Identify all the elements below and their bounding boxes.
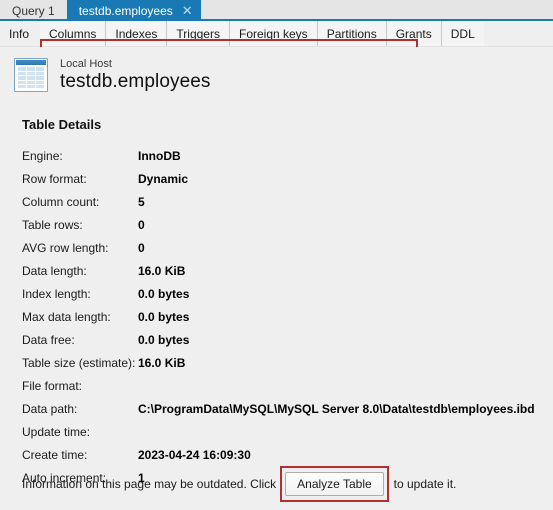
detail-value: C:\ProgramData\MySQL\MySQL Server 8.0\Da…	[138, 401, 535, 416]
tab-info[interactable]: Info	[0, 21, 39, 46]
detail-label: Table size (estimate):	[22, 355, 136, 370]
detail-value	[138, 379, 535, 402]
table-row: Table rows: 0	[22, 218, 535, 241]
editor-tab-label: testdb.employees	[78, 3, 173, 18]
table-row: Update time:	[22, 425, 535, 448]
table-row: Table size (estimate): 16.0 KiB	[22, 356, 535, 379]
detail-value: Dynamic	[138, 171, 189, 186]
table-details-list: Engine: InnoDB Row format: Dynamic Colum…	[22, 149, 535, 494]
info-page: Local Host testdb.employees Table Detail…	[0, 47, 553, 510]
tab-ddl-label: DDL	[450, 26, 475, 41]
tab-indexes-label: Indexes	[115, 26, 158, 41]
tab-grants-label: Grants	[395, 26, 432, 41]
editor-tab-query-1[interactable]: Query 1	[0, 0, 67, 21]
connection-name: Local Host	[60, 58, 112, 70]
detail-value: 0.0 bytes	[138, 286, 190, 301]
editor-tab-strip: Query 1 testdb.employees ✕	[0, 0, 553, 21]
table-row: Data length: 16.0 KiB	[22, 264, 535, 287]
editor-tab-label: Query 1	[12, 3, 55, 18]
table-row: AVG row length: 0	[22, 241, 535, 264]
page-title: testdb.employees	[60, 71, 211, 93]
analyze-table-button[interactable]: Analyze Table	[285, 472, 384, 496]
tab-grants[interactable]: Grants	[385, 21, 441, 46]
detail-label: Max data length:	[22, 309, 111, 324]
outdated-info-note: Information on this page may be outdated…	[22, 466, 457, 502]
close-icon[interactable]: ✕	[182, 4, 193, 17]
detail-value: 0	[138, 240, 145, 255]
tab-columns[interactable]: Columns	[40, 21, 106, 46]
tab-info-label: Info	[9, 26, 30, 41]
detail-value	[138, 425, 535, 448]
object-subtab-bar: Info Columns Indexes Triggers Foreign ke…	[0, 21, 553, 64]
table-icon-header-bar	[16, 60, 46, 66]
detail-value: InnoDB	[138, 148, 181, 163]
detail-value: 0.0 bytes	[138, 332, 190, 347]
detail-value: 0.0 bytes	[138, 309, 190, 324]
detail-label: Table rows:	[22, 217, 83, 232]
tab-foreign-keys[interactable]: Foreign keys	[228, 21, 317, 46]
editor-tab-testdb-employees[interactable]: testdb.employees ✕	[66, 0, 201, 21]
tab-partitions-label: Partitions	[326, 26, 377, 41]
detail-label: File format:	[22, 378, 83, 393]
object-header: Local Host testdb.employees	[0, 47, 553, 93]
detail-label: Row format:	[22, 171, 87, 186]
table-icon	[14, 58, 48, 93]
detail-value: 5	[138, 194, 145, 209]
detail-value: 16.0 KiB	[138, 263, 186, 278]
table-row: Data path: C:\ProgramData\MySQL\MySQL Se…	[22, 402, 535, 425]
detail-label: Engine:	[22, 148, 63, 163]
note-text-before: Information on this page may be outdated…	[22, 477, 277, 491]
tab-ddl[interactable]: DDL	[440, 21, 484, 46]
table-row: Engine: InnoDB	[22, 149, 535, 172]
object-header-text: Local Host testdb.employees	[60, 58, 211, 93]
section-title-table-details: Table Details	[22, 116, 102, 132]
detail-label: Data path:	[22, 401, 78, 416]
table-row: Data free: 0.0 bytes	[22, 333, 535, 356]
detail-label: Create time:	[22, 447, 88, 462]
detail-value: 16.0 KiB	[138, 355, 186, 370]
table-row: Column count: 5	[22, 195, 535, 218]
detail-value: 0	[138, 217, 145, 232]
detail-label: AVG row length:	[22, 240, 109, 255]
table-row: Create time: 2023-04-24 16:09:30	[22, 448, 535, 471]
tab-triggers[interactable]: Triggers	[166, 21, 229, 46]
table-row: Index length: 0.0 bytes	[22, 287, 535, 310]
note-text-after: to update it.	[393, 477, 457, 491]
table-row: File format:	[22, 379, 535, 402]
detail-value: 2023-04-24 16:09:30	[138, 447, 251, 462]
subtab-group: Columns Indexes Triggers Foreign keys Pa…	[40, 21, 484, 46]
detail-label: Data free:	[22, 332, 75, 347]
tab-triggers-label: Triggers	[176, 26, 220, 41]
detail-label: Update time:	[22, 424, 91, 439]
analyze-table-wrapper: Analyze Table	[280, 466, 389, 502]
detail-label: Column count:	[22, 194, 100, 209]
table-row: Max data length: 0.0 bytes	[22, 310, 535, 333]
tab-indexes[interactable]: Indexes	[105, 21, 167, 46]
tab-foreign-keys-label: Foreign keys	[238, 26, 308, 41]
tab-partitions[interactable]: Partitions	[316, 21, 386, 46]
detail-label: Data length:	[22, 263, 87, 278]
table-row: Row format: Dynamic	[22, 172, 535, 195]
table-icon-grid	[18, 67, 44, 89]
detail-label: Index length:	[22, 286, 91, 301]
tab-columns-label: Columns	[49, 26, 97, 41]
